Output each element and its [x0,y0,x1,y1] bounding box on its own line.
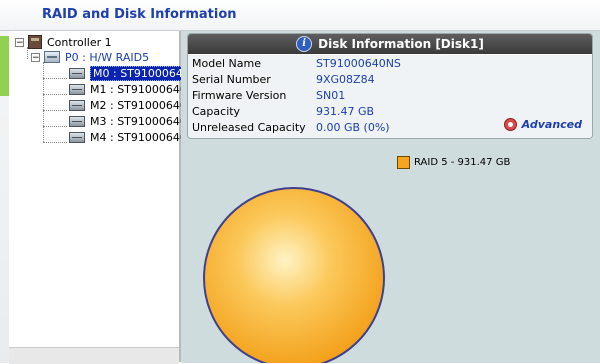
capacity-pie-chart [203,187,385,363]
tree-connector [43,126,67,127]
advanced-icon [503,118,517,131]
collapse-toggle[interactable]: − [31,52,40,62]
info-icon: i [296,36,313,52]
advanced-label: Advanced [521,118,582,131]
tree-item-controller[interactable]: − Controller 1 [15,34,112,50]
disk-icon [69,83,85,95]
field-label: Unreleased Capacity [192,121,306,134]
legend-swatch [397,156,410,169]
pie-slice [203,187,385,363]
disk-icon [69,99,85,111]
tree-connector [43,78,67,79]
chart-legend: RAID 5 - 931.47 GB [397,156,510,169]
field-value: ST91000640NS [316,57,401,70]
raid-array-icon [44,51,60,63]
tree-item-disk-m4[interactable]: M4 : ST91000640 [69,129,187,145]
field-label: Serial Number [192,73,271,86]
field-label: Model Name [192,57,261,70]
tree-connector [43,62,44,142]
tree-item-label: Controller 1 [47,35,112,49]
field-value: SN01 [316,89,346,102]
disk-icon [69,115,85,127]
panel-header: i Disk Information [Disk1] [188,34,592,54]
controller-icon [28,35,42,49]
nav-highlight [0,36,9,96]
tree-item-label: P0 : H/W RAID5 [65,50,150,64]
disk-info-panel: i Disk Information [Disk1] Model Name ST… [187,33,593,139]
field-label: Firmware Version [192,89,287,102]
tree-connector [43,94,67,95]
tree-item-label: M0 : ST91000640 [90,65,193,81]
tree-item-label: M3 : ST91000640 [90,114,187,128]
tree-item-disk-m0[interactable]: M0 : ST91000640 [69,65,193,81]
title-bar: RAID and Disk Information [0,0,600,31]
tree-item-disk-m2[interactable]: M2 : ST91000640 [69,97,187,113]
advanced-link[interactable]: Advanced [503,118,582,131]
disk-icon [69,67,85,79]
disk-info-area: i Disk Information [Disk1] Model Name ST… [181,31,600,363]
field-value: 931.47 GB [316,105,375,118]
panel-title: Disk Information [Disk1] [318,37,484,51]
disk-icon [69,131,85,143]
field-value: 0.00 GB (0%) [316,121,390,134]
field-value: 9XG08Z84 [316,73,375,86]
tree-connector [43,110,67,111]
tree-item-disk-m3[interactable]: M3 : ST91000640 [69,113,187,129]
tree-connector [43,142,67,143]
tree-item-label: M4 : ST91000640 [90,130,187,144]
tree-item-raid[interactable]: − P0 : H/W RAID5 [31,49,149,65]
collapse-toggle[interactable]: − [15,37,24,47]
panel-body: Model Name ST91000640NS Serial Number 9X… [188,55,592,138]
field-label: Capacity [192,105,241,118]
tree-item-label: M1 : ST91000640 [90,82,187,96]
legend-label: RAID 5 - 931.47 GB [414,157,511,168]
tree-item-label: M2 : ST91000640 [90,98,187,112]
tree-horizontal-scrollbar[interactable] [9,347,179,364]
device-tree: − Controller 1 − P0 : H/W RAID5 M0 : ST9… [9,31,193,362]
page-title: RAID and Disk Information [42,7,237,22]
pie-slices [203,187,385,363]
tree-item-disk-m1[interactable]: M1 : ST91000640 [69,81,187,97]
